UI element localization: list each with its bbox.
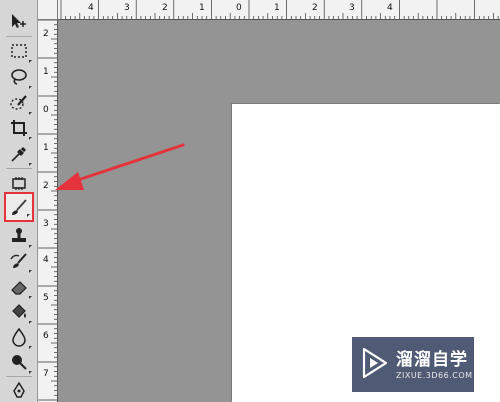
healing-brush-icon (12, 177, 26, 190)
tools-panel (0, 0, 38, 402)
ruler-label: 2 (162, 3, 168, 13)
watermark-url: ZIXUE.3D66.COM (396, 371, 473, 380)
ruler-label: 1 (43, 143, 49, 153)
dodge-icon (12, 355, 27, 370)
flyout-indicator (29, 371, 32, 374)
ruler-origin[interactable] (38, 0, 58, 20)
ruler-label: 2 (43, 29, 49, 39)
move-icon (12, 14, 26, 28)
paint-bucket-icon (12, 304, 26, 318)
ruler-label: 2 (43, 181, 49, 191)
watermark-title: 溜溜自学 (396, 350, 468, 370)
ruler-label: 6 (43, 331, 49, 341)
play-logo-icon (362, 347, 388, 379)
marquee-icon (11, 44, 27, 58)
ruler-label: 5 (43, 293, 49, 303)
pen-tool[interactable] (4, 376, 34, 402)
ruler-label: 2 (312, 3, 318, 13)
photoshop-workspace: 4 3 2 1 0 1 2 3 4 2 1 0 1 2 3 4 5 6 7 溜溜… (0, 0, 500, 402)
ruler-label: 0 (43, 105, 49, 115)
ruler-label: 3 (124, 3, 130, 13)
quick-selection-icon (10, 95, 27, 110)
flyout-indicator (29, 163, 32, 166)
ruler-label: 1 (199, 3, 205, 13)
eyedropper-icon (11, 146, 27, 162)
vertical-ruler[interactable]: 2 1 0 1 2 3 4 5 6 7 (38, 20, 58, 402)
vertical-ruler-ticks (38, 20, 57, 401)
crop-icon (11, 120, 27, 136)
ruler-label: 1 (43, 67, 49, 77)
ruler-label: 4 (43, 255, 49, 265)
brush-icon (12, 199, 27, 215)
ruler-label: 7 (43, 369, 49, 379)
move-tool[interactable] (4, 6, 34, 36)
ruler-label: 0 (236, 3, 242, 13)
dodge-tool[interactable] (4, 347, 34, 377)
lasso-icon (11, 69, 27, 85)
ruler-label: 1 (274, 3, 280, 13)
horizontal-ruler[interactable]: 4 3 2 1 0 1 2 3 4 (58, 0, 500, 20)
pen-icon (13, 381, 25, 398)
brush-tool[interactable] (4, 192, 34, 222)
ruler-label: 4 (387, 3, 393, 13)
ruler-label: 3 (349, 3, 355, 13)
ruler-label: 3 (43, 219, 49, 229)
watermark: 溜溜自学 ZIXUE.3D66.COM (352, 337, 474, 392)
eraser-icon (11, 281, 27, 295)
history-brush-icon (10, 253, 27, 268)
clone-stamp-icon (12, 228, 26, 242)
ruler-label: 4 (88, 3, 94, 13)
blur-icon (12, 327, 26, 347)
eyedropper-tool[interactable] (4, 139, 34, 169)
flyout-indicator (27, 214, 30, 217)
